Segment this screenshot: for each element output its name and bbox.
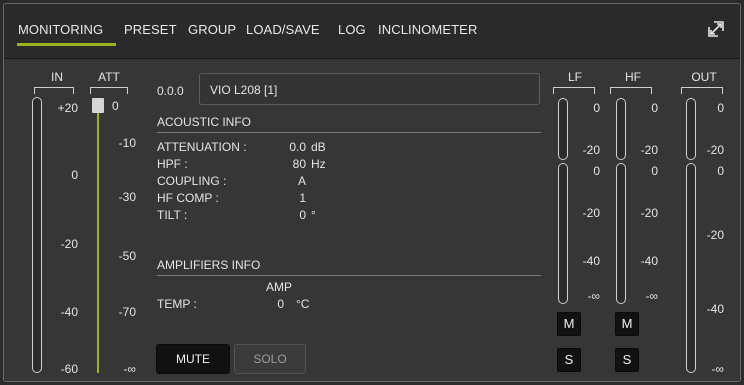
temp-unit: °C: [296, 297, 310, 311]
att-bracket: [90, 87, 128, 94]
hpf-label: HPF :: [157, 157, 188, 171]
out-bracket: [681, 87, 723, 94]
hf-scale-label: 0: [651, 101, 658, 115]
in-scale-label: -20: [60, 237, 78, 251]
lf-scale-label: -20: [582, 206, 600, 220]
out-scale-label: -20: [706, 143, 724, 157]
att-scale-label: 0: [112, 99, 119, 113]
in-scale-label: +20: [57, 101, 78, 115]
in-bracket: [34, 87, 74, 94]
tab-preset[interactable]: PRESET: [124, 22, 177, 37]
tab-group[interactable]: GROUP: [188, 22, 236, 37]
tilt-label: TILT :: [157, 208, 188, 222]
device-name-field[interactable]: VIO L208 [1]: [199, 73, 540, 105]
in-scale-label: -60: [60, 362, 78, 376]
hf-scale-label: 0: [651, 164, 658, 178]
tab-bar: MONITORING PRESET GROUP LOAD/SAVE LOG IN…: [4, 4, 740, 59]
tab-inclinometer[interactable]: INCLINOMETER: [378, 22, 477, 37]
lf-bracket: [553, 87, 595, 94]
active-tab-indicator: [17, 43, 116, 46]
hf-comp-label: HF COMP :: [157, 191, 219, 205]
lf-scale-label: -20: [582, 143, 600, 157]
att-scale-label: -30: [118, 190, 136, 204]
att-fader-track[interactable]: [97, 110, 99, 373]
attenuation-label: ATTENUATION :: [157, 140, 247, 154]
att-meter-label: ATT: [98, 70, 120, 84]
lf-scale-label: -40: [582, 254, 600, 268]
tab-monitoring[interactable]: MONITORING: [18, 22, 103, 37]
mute-button[interactable]: MUTE: [156, 344, 230, 374]
tilt-unit: °: [311, 208, 316, 222]
hf-scale-label: -∞: [645, 289, 658, 303]
coupling-label: COUPLING :: [157, 174, 227, 188]
att-scale-label: -10: [118, 136, 136, 150]
in-meter-label: IN: [51, 70, 63, 84]
hf-limiter-meter: [616, 98, 626, 160]
temp-label: TEMP :: [157, 297, 197, 311]
acoustic-divider: [157, 132, 541, 133]
monitoring-panel: MONITORING PRESET GROUP LOAD/SAVE LOG IN…: [3, 3, 741, 382]
solo-button[interactable]: SOLO: [234, 344, 306, 374]
amp-column-header: AMP: [266, 280, 293, 294]
att-scale-label: -70: [118, 305, 136, 319]
hf-comp-value: 1: [299, 191, 306, 205]
out-meter-label: OUT: [691, 70, 717, 84]
lf-scale-label: 0: [593, 101, 600, 115]
out-level-meter: [686, 163, 696, 373]
hpf-value: 80: [292, 157, 306, 171]
hf-scale-label: -20: [640, 143, 658, 157]
hf-meter-label: HF: [625, 70, 641, 84]
out-scale-label: -∞: [711, 362, 724, 376]
out-scale-label: 0: [717, 101, 724, 115]
lf-level-meter: [558, 163, 568, 304]
tab-load-save[interactable]: LOAD/SAVE: [246, 22, 320, 37]
lf-scale-label: -∞: [587, 289, 600, 303]
amplifiers-info-title: AMPLIFIERS INFO: [157, 258, 261, 272]
device-id: 0.0.0: [157, 84, 184, 98]
expand-icon[interactable]: [707, 20, 725, 38]
monitoring-content: IN +20 0 -20 -40 -60 ATT 0 -10 -30 -50 -…: [4, 60, 740, 381]
att-scale-label: -50: [118, 249, 136, 263]
in-level-meter: [32, 97, 42, 373]
attenuation-unit: dB: [311, 140, 326, 154]
lf-limiter-meter: [558, 98, 568, 160]
hpf-unit: Hz: [311, 157, 326, 171]
out-scale-label: -20: [706, 228, 724, 242]
lf-meter-label: LF: [567, 70, 582, 84]
in-scale-label: 0: [71, 168, 78, 182]
hf-bracket: [610, 87, 652, 94]
tab-log[interactable]: LOG: [338, 22, 366, 37]
temp-value: 0: [277, 297, 284, 311]
device-name: VIO L208 [1]: [210, 83, 278, 97]
lf-mute-button[interactable]: M: [557, 312, 581, 336]
hf-level-meter: [616, 163, 626, 304]
in-scale-label: -40: [60, 305, 78, 319]
out-scale-label: -40: [706, 302, 724, 316]
coupling-value: A: [297, 174, 306, 188]
att-scale-label: -∞: [123, 362, 136, 376]
att-fader-handle[interactable]: [92, 98, 104, 113]
out-scale-label: 0: [717, 164, 724, 178]
hf-solo-button[interactable]: S: [615, 348, 639, 372]
lf-solo-button[interactable]: S: [557, 348, 581, 372]
attenuation-value: 0.0: [289, 140, 306, 154]
acoustic-info-title: ACOUSTIC INFO: [157, 115, 252, 129]
tilt-value: 0: [299, 208, 306, 222]
lf-scale-label: 0: [593, 164, 600, 178]
hf-scale-label: -20: [640, 206, 658, 220]
hf-mute-button[interactable]: M: [615, 312, 639, 336]
hf-scale-label: -40: [640, 254, 658, 268]
amplifiers-divider: [157, 275, 541, 276]
